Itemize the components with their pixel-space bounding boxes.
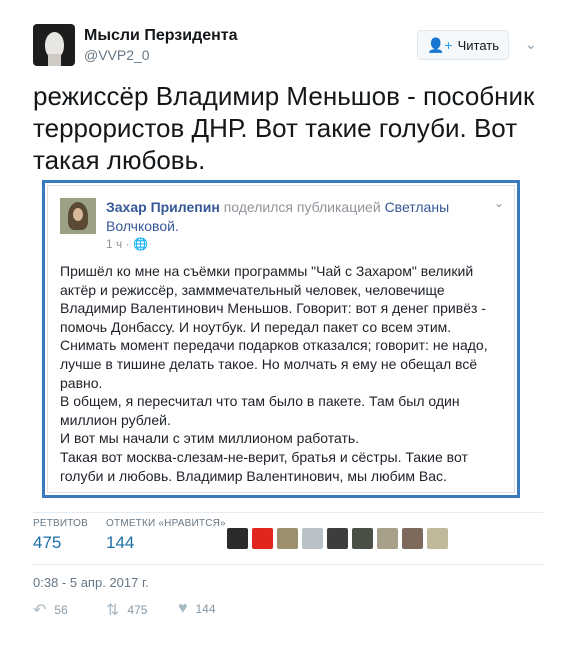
- heart-icon: ♥: [178, 600, 188, 617]
- fb-author-name[interactable]: Захар Прилепин: [106, 199, 220, 215]
- fb-author-avatar[interactable]: [60, 198, 96, 234]
- fb-paragraph: В общем, я пересчитал что там было в пак…: [60, 393, 460, 428]
- divider: [33, 512, 543, 513]
- fb-paragraph: Пришёл ко мне на съёмки программы "Чай с…: [60, 263, 486, 335]
- liker-avatar[interactable]: [227, 528, 248, 549]
- liker-avatar[interactable]: [377, 528, 398, 549]
- author-handle[interactable]: @VVP2_0: [84, 47, 150, 63]
- fb-paragraph: Такая вот москва-слезам-не-верит, братья…: [60, 448, 468, 484]
- liker-avatar[interactable]: [402, 528, 423, 549]
- fb-post-header: Захар Прилепин поделился публикацией Све…: [106, 198, 486, 236]
- avatar-neck: [48, 54, 61, 66]
- retweet-button[interactable]: ⇅ 475: [106, 600, 147, 620]
- retweets-label: РЕТВИТОВ: [33, 518, 89, 529]
- liker-avatar[interactable]: [277, 528, 298, 549]
- tweet-header: Мысли Перзидента @VVP2_0 👤+ Читать ⌄: [33, 24, 553, 72]
- like-count: 144: [195, 602, 216, 616]
- globe-icon: 🌐: [132, 237, 148, 251]
- chevron-down-icon[interactable]: ⌄: [525, 36, 537, 53]
- liker-avatars: [227, 528, 448, 549]
- fb-post-meta: 1 ч · 🌐: [106, 237, 148, 251]
- like-button[interactable]: ♥ 144: [178, 600, 216, 618]
- retweet-icon: ⇅: [106, 602, 120, 619]
- reply-button[interactable]: ↶ 56: [33, 600, 68, 620]
- fb-shared-text: поделился публикацией: [223, 199, 381, 215]
- divider: [33, 564, 543, 565]
- liker-avatar[interactable]: [352, 528, 373, 549]
- follow-label: Читать: [457, 37, 499, 53]
- author-name[interactable]: Мысли Перзидента: [84, 27, 238, 45]
- likes-label: ОТМЕТКИ «НРАВИТСЯ»: [106, 518, 226, 529]
- chevron-down-icon[interactable]: ⌄: [494, 196, 504, 210]
- fb-paragraph: Снимать момент передачи подарков отказал…: [60, 337, 488, 391]
- tweet-text: режиссёр Владимир Меньшов - пособник тер…: [33, 81, 535, 175]
- retweet-count: 475: [127, 603, 148, 617]
- embedded-facebook-post: Захар Прилепин поделился публикацией Све…: [42, 180, 520, 498]
- follow-button[interactable]: 👤+ Читать: [417, 30, 509, 60]
- embed-inner: Захар Прилепин поделился публикацией Све…: [47, 185, 515, 493]
- reply-count: 56: [54, 603, 68, 617]
- retweets-stat[interactable]: РЕТВИТОВ 475: [33, 518, 88, 553]
- retweets-value: 475: [33, 533, 62, 552]
- liker-avatar[interactable]: [427, 528, 448, 549]
- tweet-timestamp[interactable]: 0:38 - 5 апр. 2017 г.: [33, 575, 149, 590]
- fb-paragraph: И вот мы начали с этим миллионом работат…: [60, 430, 360, 447]
- avatar-face: [73, 208, 83, 221]
- liker-avatar[interactable]: [252, 528, 273, 549]
- reply-icon: ↶: [33, 602, 47, 619]
- liker-avatar[interactable]: [302, 528, 323, 549]
- user-plus-icon: 👤+: [426, 36, 453, 53]
- author-avatar[interactable]: [33, 24, 75, 66]
- liker-avatar[interactable]: [327, 528, 348, 549]
- fb-post-body: Пришёл ко мне на съёмки программы "Чай с…: [60, 262, 500, 485]
- fb-post-time[interactable]: 1 ч ·: [106, 237, 130, 251]
- likes-value: 144: [106, 533, 135, 552]
- likes-stat[interactable]: ОТМЕТКИ «НРАВИТСЯ» 144: [106, 518, 226, 553]
